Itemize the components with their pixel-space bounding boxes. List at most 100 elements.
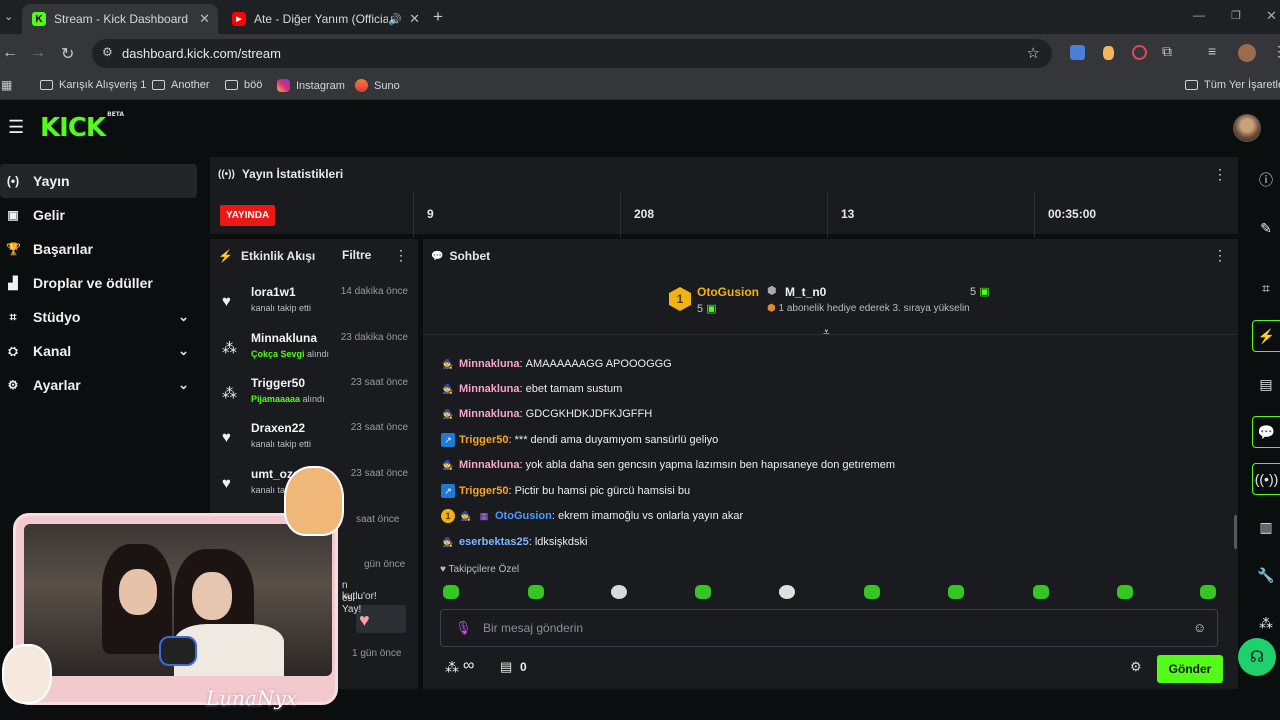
bookmark-folder[interactable]: Karışık Alışveriş 1 <box>40 79 146 91</box>
kick-header: ☰ KICK BETA <box>0 100 1280 156</box>
notes-icon[interactable]: ▤ <box>1252 368 1280 400</box>
emoji-picker-icon[interactable]: ☺ <box>1193 620 1206 635</box>
gaming-device <box>159 636 197 666</box>
sidebar-item-yayin[interactable]: (•) Yayın <box>0 164 197 198</box>
layout-icon[interactable]: ▥ <box>1252 511 1280 543</box>
sidebar-item-studyo[interactable]: ⌗ Stüdyo ⌄ <box>0 300 197 334</box>
activity-event[interactable]: ♥ Draxen22 23 saat önce kanalı takip ett… <box>218 417 408 461</box>
speaker-icon[interactable]: 🔊 <box>388 13 402 26</box>
next-user[interactable]: M_t_n0 <box>785 285 826 299</box>
channel-points-icon[interactable]: ⁂ <box>445 659 459 676</box>
sidebar-item-kanal[interactable]: ⛭ Kanal ⌄ <box>0 334 197 368</box>
message-user[interactable]: Minnakluna <box>459 383 520 395</box>
more-options-icon[interactable]: ⋮ <box>394 247 408 264</box>
points-icon[interactable]: ⁂ <box>1252 607 1280 639</box>
more-options-icon[interactable]: ⋮ <box>1213 166 1227 183</box>
apps-grid-icon[interactable]: ▦ <box>1 78 12 92</box>
message-user[interactable]: Minnakluna <box>459 408 520 420</box>
close-window-icon[interactable]: ✕ <box>1266 8 1277 24</box>
bookmark-suno[interactable]: Suno <box>355 79 400 92</box>
emote-icon[interactable] <box>695 585 711 599</box>
filter-button[interactable]: Filtre <box>342 248 371 262</box>
media-control-icon[interactable]: ≡ <box>1208 43 1216 59</box>
screenshot-icon[interactable]: ⌗ <box>1252 272 1280 304</box>
chevron-down-icon[interactable]: ⌄ <box>178 377 189 393</box>
chat-scrollbar[interactable] <box>1234 515 1237 549</box>
emote-icon[interactable] <box>1033 585 1049 599</box>
emote-icon[interactable] <box>528 585 544 599</box>
close-tab-icon[interactable]: ✕ <box>409 11 420 27</box>
chat-message-input[interactable]: 🎙 Bir mesaj gönderin ☺ <box>440 609 1218 647</box>
chevron-down-icon[interactable]: ⌄ <box>178 309 189 325</box>
emote-icon[interactable] <box>443 585 459 599</box>
emote-icon[interactable] <box>864 585 880 599</box>
bookmark-star-icon[interactable]: ☆ <box>1027 44 1040 62</box>
message-user[interactable]: Trigger50 <box>459 434 509 446</box>
close-tab-icon[interactable]: ✕ <box>199 11 210 27</box>
activity-event[interactable]: ⁂ Trigger50 23 saat önce Pijamaaaaa alın… <box>218 372 408 416</box>
sidebar-item-gelir[interactable]: ▣ Gelir <box>0 198 197 232</box>
emote-icon[interactable] <box>611 585 627 599</box>
restore-icon[interactable]: ❐ <box>1231 9 1241 22</box>
activity-event[interactable]: ⁂ Minnakluna 23 dakika önce Çokça Sevgi … <box>218 327 408 371</box>
tab-kick-dashboard[interactable]: K Stream - Kick Dashboard ✕ <box>22 4 218 34</box>
send-button[interactable]: Gönder <box>1157 655 1223 683</box>
tools-icon[interactable]: 🔧 <box>1252 559 1280 591</box>
message-user[interactable]: OtoGusion <box>495 510 552 522</box>
minimize-icon[interactable]: — <box>1193 8 1205 22</box>
moderator-badge-icon: 🧙 <box>442 358 454 369</box>
event-time: 1 gün önce <box>352 648 402 659</box>
info-icon[interactable]: ⓘ <box>1252 164 1280 196</box>
message-user[interactable]: Minnakluna <box>459 459 520 471</box>
sidebar-item-droplar[interactable]: ▟ Droplar ve ödüller <box>0 266 197 300</box>
back-icon[interactable]: ← <box>2 44 18 62</box>
support-headset-button[interactable]: ☊ <box>1238 638 1276 676</box>
bookmark-instagram[interactable]: Instagram <box>277 79 345 92</box>
message-user[interactable]: eserbektas25 <box>459 536 529 548</box>
microphone-icon[interactable]: 🎙 <box>455 620 472 636</box>
more-options-icon[interactable]: ⋮ <box>1213 247 1227 264</box>
emote-icon[interactable] <box>948 585 964 599</box>
translate-extension-icon[interactable] <box>1070 45 1085 60</box>
leader-user[interactable]: OtoGusion <box>697 285 759 299</box>
reload-icon[interactable]: ↻ <box>61 44 74 64</box>
chat-toggle-icon[interactable]: 💬 <box>1252 416 1280 448</box>
instagram-icon <box>277 79 290 92</box>
sidebar-item-basarilar[interactable]: 🏆 Başarılar <box>0 232 197 266</box>
sidebar-item-ayarlar[interactable]: ⚙ Ayarlar ⌄ <box>0 368 197 402</box>
extension-icon-orange[interactable] <box>1103 46 1114 60</box>
sidebar-item-label: Yayın <box>33 173 70 189</box>
sidebar-item-label: Başarılar <box>33 241 93 257</box>
emote-icon[interactable] <box>1117 585 1133 599</box>
reward-name: Çokça Sevgi <box>251 349 305 359</box>
hamburger-menu-icon[interactable]: ☰ <box>8 117 24 138</box>
kick-logo[interactable]: KICK BETA <box>40 111 124 143</box>
new-tab-icon[interactable]: + <box>433 7 443 27</box>
stream-toggle-icon[interactable]: ((•)) <box>1252 463 1280 495</box>
profile-icon[interactable] <box>1238 44 1256 62</box>
forward-icon[interactable]: → <box>30 44 46 62</box>
bookmark-folder[interactable]: Another <box>152 79 210 91</box>
bookmark-folder[interactable]: böö <box>225 79 262 91</box>
extensions-puzzle-icon[interactable]: ⧉ <box>1162 43 1172 60</box>
address-bar[interactable]: ⚙ dashboard.kick.com/stream ☆ <box>92 39 1052 68</box>
quick-actions-icon[interactable]: ⚡ <box>1252 320 1280 352</box>
site-info-icon[interactable]: ⚙ <box>102 45 113 59</box>
store-icon[interactable]: ▤ <box>500 659 512 675</box>
collapse-icon[interactable]: ⩡ <box>823 325 830 340</box>
message-user[interactable]: Trigger50 <box>459 485 509 497</box>
message-user[interactable]: Minnakluna <box>459 358 520 370</box>
all-bookmarks[interactable]: Tüm Yer İşaretleri <box>1185 79 1280 91</box>
chat-settings-icon[interactable]: ⚙ <box>1130 659 1142 675</box>
tab-list-icon[interactable]: ⌄ <box>4 10 13 23</box>
user-avatar[interactable] <box>1233 114 1261 142</box>
browser-menu-icon[interactable]: ⋮ <box>1272 43 1280 60</box>
edit-icon[interactable]: ✎ <box>1252 212 1280 244</box>
emote-icon[interactable] <box>1200 585 1216 599</box>
heart-icon: ♥ <box>222 429 231 446</box>
chevron-down-icon[interactable]: ⌄ <box>178 343 189 359</box>
extension-icon-red[interactable] <box>1132 45 1147 60</box>
activity-event[interactable]: ♥ lora1w1 14 dakika önce kanalı takip et… <box>218 281 408 325</box>
tab-youtube[interactable]: ▶ Ate - Diğer Yanım (Official V 🔊 ✕ <box>222 4 428 34</box>
emote-icon[interactable] <box>779 585 795 599</box>
